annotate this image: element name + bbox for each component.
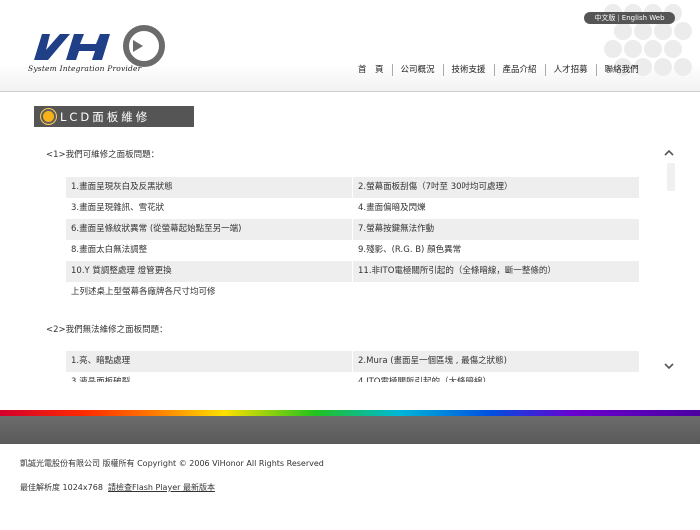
table-cell: 2.螢幕面板刮傷（7吋至 30吋均可處理） <box>353 177 640 198</box>
table-cell: 3.液晶面板破裂 <box>66 372 353 382</box>
nav-home[interactable]: 首 頁 <box>350 64 393 76</box>
content-area[interactable]: LCD面板維修 <1>我們可維修之面板問題： 1.畫面呈現灰白及反黑狀態 2.螢… <box>0 92 700 410</box>
unrepairable-table: 1.亮、暗點處理 2.Mura (畫面呈一個區塊 , 最傷之狀態) 3.液晶面板… <box>66 351 640 382</box>
lang-separator: | <box>617 14 620 22</box>
table-cell: 1.亮、暗點處理 <box>66 351 353 372</box>
lang-chinese-link[interactable]: 中文版 <box>594 14 615 22</box>
nav-contact[interactable]: 聯絡我們 <box>597 64 647 76</box>
nav-products[interactable]: 產品介紹 <box>495 64 546 76</box>
table-row: 上列述桌上型螢幕各廠牌各尺寸均可修 <box>66 282 640 303</box>
section-unrepairable-heading: <2>我們無法維修之面板問題： <box>46 325 168 335</box>
table-row: 10.Y 質調整處理 燈管更換 11.非ITO電極關所引起的（全條暗線，斷一整條… <box>66 261 640 282</box>
site-footer: 凱誠光電股份有限公司 版權所有 Copyright © 2006 ViHonor… <box>0 444 700 530</box>
resolution-note: 最佳解析度 1024x768 請檢查Flash Player 最新版本 <box>20 482 215 493</box>
table-row: 3.液晶面板破裂 4.ITO電極關所引起的（大條暗線） <box>66 372 640 382</box>
table-cell <box>353 282 640 303</box>
table-cell: 4.ITO電極關所引起的（大條暗線） <box>353 372 640 382</box>
lang-english-link[interactable]: English Web <box>622 14 665 22</box>
table-row: 1.亮、暗點處理 2.Mura (畫面呈一個區塊 , 最傷之狀態) <box>66 351 640 372</box>
table-cell: 8.畫面太白無法調整 <box>66 240 353 261</box>
scrollbar-thumb[interactable] <box>667 163 675 191</box>
flash-player-link[interactable]: 請檢查Flash Player 最新版本 <box>108 483 215 492</box>
table-cell: 6.畫面呈條紋狀異常 (從螢幕起始點至另一端) <box>66 219 353 240</box>
logo-caption: System Integration Provider <box>28 64 142 73</box>
main-nav: 首 頁 公司概況 技術支援 產品介紹 人才招募 聯絡我們 <box>350 62 647 78</box>
sun-icon <box>43 111 54 122</box>
nav-tech-support[interactable]: 技術支援 <box>444 64 495 76</box>
site-header: 中文版 | English Web System Integration Provi… <box>0 0 700 92</box>
table-cell: 2.Mura (畫面呈一個區塊 , 最傷之狀態) <box>353 351 640 372</box>
scroll-down-icon[interactable] <box>663 360 675 372</box>
table-cell: 10.Y 質調整處理 燈管更換 <box>66 261 353 282</box>
table-cell: 7.螢幕按鍵無法作動 <box>353 219 640 240</box>
table-cell: 11.非ITO電極關所引起的（全條暗線，斷一整條的） <box>353 261 640 282</box>
table-cell: 4.畫面偏暗及閃爍 <box>353 198 640 219</box>
table-cell: 3.畫面呈現雜訊、雪花狀 <box>66 198 353 219</box>
copyright-text: 凱誠光電股份有限公司 版權所有 Copyright © 2006 ViHonor… <box>20 459 324 468</box>
resolution-text: 最佳解析度 1024x768 <box>20 483 103 492</box>
table-row: 1.畫面呈現灰白及反黑狀態 2.螢幕面板刮傷（7吋至 30吋均可處理） <box>66 177 640 198</box>
page-title-bar: LCD面板維修 <box>34 106 194 127</box>
language-switcher: 中文版 | English Web <box>584 12 675 24</box>
repairable-table: 1.畫面呈現灰白及反黑狀態 2.螢幕面板刮傷（7吋至 30吋均可處理） 3.畫面… <box>66 177 640 303</box>
table-row: 3.畫面呈現雜訊、雪花狀 4.畫面偏暗及閃爍 <box>66 198 640 219</box>
table-cell: 9.殘影、(R.G. B) 顏色異常 <box>353 240 640 261</box>
nav-careers[interactable]: 人才招募 <box>546 64 597 76</box>
footer-band <box>0 416 700 444</box>
table-cell: 上列述桌上型螢幕各廠牌各尺寸均可修 <box>66 282 353 303</box>
scroll-up-icon[interactable] <box>663 147 675 159</box>
table-row: 6.畫面呈條紋狀異常 (從螢幕起始點至另一端) 7.螢幕按鍵無法作動 <box>66 219 640 240</box>
section-repairable-heading: <1>我們可維修之面板問題： <box>46 150 160 160</box>
nav-about[interactable]: 公司概況 <box>393 64 444 76</box>
table-cell: 1.畫面呈現灰白及反黑狀態 <box>66 177 353 198</box>
table-row: 8.畫面太白無法調整 9.殘影、(R.G. B) 顏色異常 <box>66 240 640 261</box>
page-title: LCD面板維修 <box>60 110 151 124</box>
